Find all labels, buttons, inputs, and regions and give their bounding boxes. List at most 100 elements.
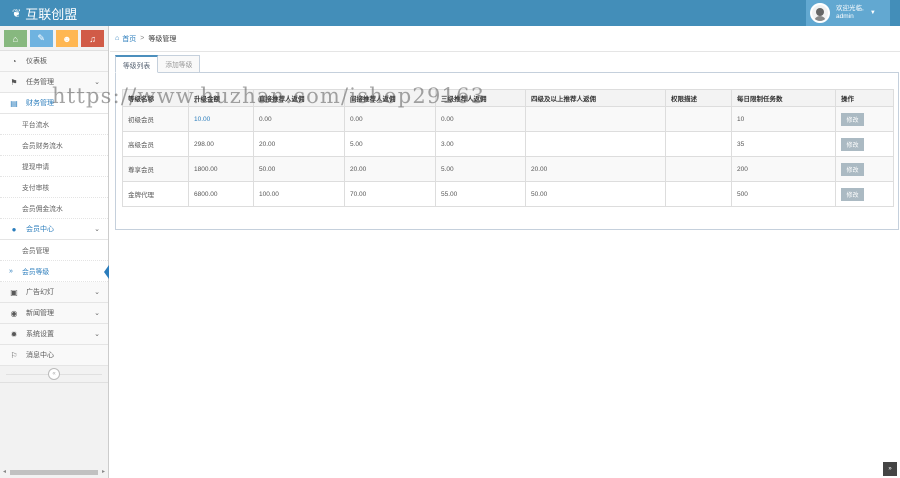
table-cell: 50.00 <box>525 181 666 207</box>
chevron-down-icon: ⌄ <box>94 331 100 338</box>
tab-bar: 等级列表 添加等级 <box>115 55 201 73</box>
home-icon: ⌂ <box>115 35 120 42</box>
double-up-icon: » <box>888 466 892 472</box>
back-to-top-button[interactable]: » <box>883 462 897 476</box>
sidebar-item-label: 系统设置 <box>26 331 54 338</box>
edit-button[interactable]: 修改 <box>841 112 864 126</box>
sidebar-item-dashboard[interactable]: ◔ 仪表板 <box>0 51 108 72</box>
column-header[interactable]: 每日限制任务数 <box>731 89 836 107</box>
edit-button[interactable]: 修改 <box>841 187 864 201</box>
chevron-down-icon: ⌄ <box>94 226 100 233</box>
sidebar-item-label: 仪表板 <box>26 58 47 65</box>
table-header-row: 等级名称 升级金额 直接推荐人返佣 间接推荐人返佣 三级推荐人返佣 四级及以上推… <box>122 89 894 107</box>
user-icon: ● <box>11 224 17 234</box>
table-cell: 5.00 <box>344 131 436 157</box>
column-header[interactable]: 四级及以上推荐人返佣 <box>525 89 666 107</box>
user-menu[interactable]: 欢迎光临, admin ▼ <box>806 0 890 26</box>
table-row: 高级会员 298.00 20.00 5.00 3.00 35 修改 <box>122 131 894 157</box>
table-cell: 尊享会员 <box>122 156 189 182</box>
chevron-down-icon: ⌄ <box>94 79 100 86</box>
column-header[interactable]: 升级金额 <box>188 89 254 107</box>
column-header[interactable]: 间接推荐人返佣 <box>344 89 436 107</box>
table-cell: 20.00 <box>253 131 345 157</box>
welcome-text: 欢迎光临, <box>836 5 864 12</box>
tachometer-icon: ◔ <box>11 56 17 66</box>
table-cell <box>665 106 732 132</box>
column-header: 操作 <box>835 89 894 107</box>
sidebar-subitem-member-finance-flow[interactable]: 会员财务流水 <box>0 135 108 156</box>
table-cell: 1800.00 <box>188 156 254 182</box>
sidebar-item-messages[interactable]: ⚐ 消息中心 <box>0 345 108 366</box>
sidebar-item-tasks[interactable]: ⚑ 任务管理 ⌄ <box>0 72 108 93</box>
sidebar-item-label: 任务管理 <box>26 79 54 86</box>
table-cell <box>525 106 666 132</box>
table-cell: 初级会员 <box>122 106 189 132</box>
table-cell: 0.00 <box>253 106 345 132</box>
table-cell: 55.00 <box>435 181 526 207</box>
caret-down-icon: ▼ <box>869 10 876 16</box>
sidebar-collapse-bar: « <box>0 366 108 383</box>
tab-level-list[interactable]: 等级列表 <box>115 55 159 73</box>
table-cell <box>665 181 732 207</box>
brand-logo[interactable]: ❦ 互联创盟 <box>12 5 77 22</box>
column-header[interactable]: 三级推荐人返佣 <box>435 89 526 107</box>
double-left-icon[interactable]: « <box>48 368 60 380</box>
shortcut-alerts-button[interactable]: ♫ <box>81 30 104 47</box>
sidebar-subitem-commission-flow[interactable]: 会员佣金流水 <box>0 198 108 219</box>
column-header[interactable]: 权限描述 <box>665 89 732 107</box>
scrollbar-thumb[interactable] <box>10 470 98 475</box>
edit-button[interactable]: 修改 <box>841 162 864 176</box>
sidebar-item-news[interactable]: ◉ 新闻管理 ⌄ <box>0 303 108 324</box>
table-cell <box>665 156 732 182</box>
sidebar-item-members[interactable]: ● 会员中心 ⌄ <box>0 219 108 240</box>
table-cell: 10 <box>731 106 836 132</box>
shortcut-home-button[interactable]: ⌂ <box>4 30 27 47</box>
table-cell: 金牌代理 <box>122 181 189 207</box>
table-cell: 70.00 <box>344 181 436 207</box>
table-cell: 修改 <box>835 131 894 157</box>
shortcut-edit-button[interactable]: ✎ <box>29 30 53 47</box>
table-row: 尊享会员 1800.00 50.00 20.00 5.00 20.00 200 … <box>122 156 894 182</box>
breadcrumb-home-link[interactable]: 首页 <box>122 34 136 44</box>
scroll-left-icon[interactable]: ◂ <box>3 468 6 475</box>
table-cell: 5.00 <box>435 156 526 182</box>
table-cell: 3.00 <box>435 131 526 157</box>
scroll-right-icon[interactable]: ▸ <box>102 468 105 475</box>
chevron-down-icon: ⌄ <box>94 310 100 317</box>
breadcrumb-separator: > <box>140 35 145 42</box>
flag-icon: ⚑ <box>10 77 18 87</box>
picture-icon: ▣ <box>10 287 18 297</box>
gear-icon: ✹ <box>10 329 18 339</box>
sidebar-subitem-member-levels[interactable]: 会员等级 <box>0 261 109 282</box>
bell-icon: ♫ <box>89 33 96 44</box>
sidebar-item-ads[interactable]: ▣ 广告幻灯 ⌄ <box>0 282 108 303</box>
main-content: ⌂ 首页 > 等级管理 等级列表 添加等级 等级名称 升级金额 直接推荐人返佣 … <box>110 26 900 478</box>
sidebar-subitem-member-management[interactable]: 会员管理 <box>0 240 108 261</box>
horizontal-scrollbar[interactable]: ◂ ▸ <box>3 468 105 476</box>
table-cell: 修改 <box>835 181 894 207</box>
table-cell: 298.00 <box>188 131 254 157</box>
table-cell: 100.00 <box>253 181 345 207</box>
sidebar-subitem-platform-flow[interactable]: 平台流水 <box>0 114 108 135</box>
sidebar: ⌂ ✎ ☻ ♫ ◔ 仪表板 ⚑ 任务管理 ⌄ ▤ 财务管理 平台流水 会员财务流… <box>0 26 109 478</box>
sidebar-subitem-payment-review[interactable]: 支付审核 <box>0 177 108 198</box>
group-icon: ☻ <box>62 33 72 44</box>
column-header[interactable]: 直接推荐人返佣 <box>253 89 345 107</box>
top-navbar: ❦ 互联创盟 欢迎光临, admin ▼ <box>0 0 900 26</box>
sidebar-item-label: 新闻管理 <box>26 310 54 317</box>
table-cell: 35 <box>731 131 836 157</box>
column-header[interactable]: 等级名称 <box>122 89 189 107</box>
sidebar-subitem-withdrawals[interactable]: 提现申请 <box>0 156 108 177</box>
sidebar-item-finance[interactable]: ▤ 财务管理 <box>0 93 108 114</box>
sidebar-item-label: 广告幻灯 <box>26 289 54 296</box>
edit-button[interactable]: 修改 <box>841 137 864 151</box>
chevron-down-icon: ⌄ <box>94 289 100 296</box>
bookmark-icon: ⚐ <box>10 350 18 360</box>
sidebar-item-settings[interactable]: ✹ 系统设置 ⌄ <box>0 324 108 345</box>
table-cell: 20.00 <box>344 156 436 182</box>
level-table: 等级名称 升级金额 直接推荐人返佣 间接推荐人返佣 三级推荐人返佣 四级及以上推… <box>122 89 894 207</box>
tab-add-level[interactable]: 添加等级 <box>157 55 201 73</box>
table-cell: 6800.00 <box>188 181 254 207</box>
shortcut-users-button[interactable]: ☻ <box>55 30 79 47</box>
globe-icon: ◉ <box>10 308 18 318</box>
